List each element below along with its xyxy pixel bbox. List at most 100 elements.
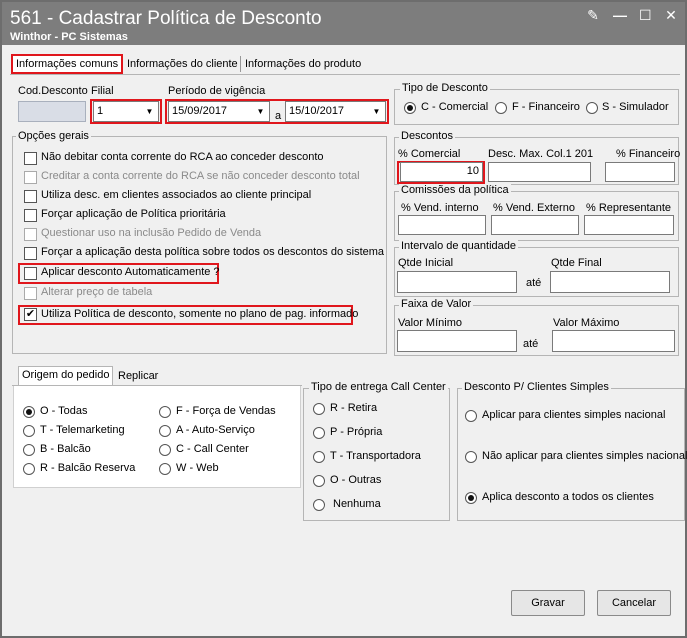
radio-entrega-nenhuma[interactable] bbox=[313, 499, 325, 511]
cancelar-button[interactable]: Cancelar bbox=[597, 590, 671, 616]
tab-informacoes-cliente[interactable]: Informações do cliente bbox=[124, 56, 241, 74]
vend-interno-label: % Vend. interno bbox=[401, 202, 479, 214]
periodo-start-field[interactable]: 15/09/2017 ▼ bbox=[168, 101, 270, 122]
radio-origem-todas[interactable] bbox=[23, 406, 35, 418]
periodo-start-value: 15/09/2017 bbox=[172, 105, 228, 117]
representante-label: % Representante bbox=[586, 202, 671, 214]
radio-entrega-outras[interactable] bbox=[313, 475, 325, 487]
tab-informacoes-produto[interactable]: Informações do produto bbox=[242, 56, 365, 74]
vend-interno-field[interactable] bbox=[398, 215, 486, 235]
checkbox-nao-debitar-label: Não debitar conta corrente do RCA ao con… bbox=[41, 151, 324, 163]
radio-origem-todas-label: O - Todas bbox=[40, 405, 88, 417]
checkbox-alterar-preco bbox=[24, 287, 37, 300]
checkbox-aplicar-automaticamente[interactable] bbox=[24, 267, 37, 280]
radio-aplicar-simples-label: Aplicar para clientes simples nacional bbox=[482, 409, 666, 421]
financeiro-field[interactable] bbox=[605, 162, 675, 182]
chevron-down-icon[interactable]: ▼ bbox=[253, 103, 268, 120]
radio-origem-call-center[interactable] bbox=[159, 444, 171, 456]
window-subtitle: Winthor - PC Sistemas bbox=[10, 31, 128, 43]
checkbox-politica-prioritaria-label: Forçar aplicação de Política prioritária bbox=[41, 208, 226, 220]
desconto-simples-label: Desconto P/ Clientes Simples bbox=[462, 381, 611, 393]
tipo-entrega-label: Tipo de entrega Call Center bbox=[309, 381, 448, 393]
comissoes-label: Comissões da política bbox=[399, 184, 511, 196]
radio-origem-forca-vendas[interactable] bbox=[159, 406, 171, 418]
faixa-valor-ate: até bbox=[523, 338, 539, 350]
radio-aplica-todos[interactable] bbox=[465, 492, 477, 504]
radio-aplica-todos-label: Aplica desconto a todos os clientes bbox=[482, 491, 654, 503]
vend-externo-label: % Vend. Externo bbox=[493, 202, 575, 214]
qtde-final-field[interactable] bbox=[550, 271, 670, 293]
radio-origem-web[interactable] bbox=[159, 463, 171, 475]
radio-origem-balcao-reserva-label: R - Balcão Reserva bbox=[40, 462, 136, 474]
radio-aplicar-simples[interactable] bbox=[465, 410, 477, 422]
checkbox-questionar-uso bbox=[24, 228, 37, 241]
vend-externo-field[interactable] bbox=[491, 215, 579, 235]
qtde-inicial-label: Qtde Inicial bbox=[398, 257, 454, 269]
radio-entrega-retira[interactable] bbox=[313, 403, 325, 415]
representante-field[interactable] bbox=[584, 215, 674, 235]
chevron-down-icon[interactable]: ▼ bbox=[142, 103, 157, 120]
radio-entrega-transportadora-label: T - Transportadora bbox=[330, 450, 421, 462]
valor-maximo-label: Valor Máximo bbox=[553, 317, 620, 329]
tab-informacoes-comuns[interactable]: Informações comuns bbox=[11, 54, 123, 74]
minimize-icon[interactable]: — bbox=[613, 7, 627, 24]
checkbox-forcar-aplicacao-label: Forçar a aplicação desta política sobre … bbox=[41, 246, 385, 258]
checkbox-clientes-associados[interactable] bbox=[24, 190, 37, 203]
qtde-final-label: Qtde Final bbox=[551, 257, 602, 269]
descontos-label: Descontos bbox=[399, 130, 455, 142]
checkbox-plano-pag-label: Utiliza Política de desconto, somente no… bbox=[41, 308, 359, 320]
radio-entrega-transportadora[interactable] bbox=[313, 451, 325, 463]
checkbox-forcar-aplicacao[interactable] bbox=[24, 247, 37, 260]
checkbox-plano-pag[interactable]: ✔ bbox=[24, 308, 37, 321]
chevron-down-icon[interactable]: ▼ bbox=[369, 103, 384, 120]
tipo-desconto-label: Tipo de Desconto bbox=[400, 82, 490, 94]
checkbox-alterar-preco-label: Alterar preço de tabela bbox=[41, 286, 153, 298]
radio-origem-telemarketing[interactable] bbox=[23, 425, 35, 437]
checkbox-questionar-uso-label: Questionar uso na inclusão Pedido de Ven… bbox=[41, 227, 262, 239]
radio-origem-balcao-reserva[interactable] bbox=[23, 463, 35, 475]
radio-financeiro-label: F - Financeiro bbox=[512, 101, 580, 113]
checkbox-clientes-associados-label: Utiliza desc. em clientes associados ao … bbox=[41, 189, 312, 201]
radio-financeiro[interactable] bbox=[495, 102, 507, 114]
radio-entrega-propria-label: P - Própria bbox=[330, 426, 383, 438]
comercial-field[interactable]: 10 bbox=[400, 162, 483, 182]
radio-origem-auto-servico[interactable] bbox=[159, 425, 171, 437]
intervalo-label: Intervalo de quantidade bbox=[399, 240, 518, 252]
checkbox-nao-debitar[interactable] bbox=[24, 152, 37, 165]
qtde-inicial-field[interactable] bbox=[397, 271, 517, 293]
radio-nao-aplicar-simples[interactable] bbox=[465, 451, 477, 463]
filial-select[interactable]: 1 ▼ bbox=[93, 101, 159, 122]
valor-maximo-field[interactable] bbox=[552, 330, 675, 352]
periodo-end-field[interactable]: 15/10/2017 ▼ bbox=[285, 101, 386, 122]
radio-comercial-label: C - Comercial bbox=[421, 101, 489, 113]
radio-origem-balcao[interactable] bbox=[23, 444, 35, 456]
cod-desconto-field bbox=[18, 101, 86, 122]
edit-icon[interactable]: ✎ bbox=[587, 7, 599, 24]
close-icon[interactable]: ✕ bbox=[665, 7, 677, 24]
gravar-button[interactable]: Gravar bbox=[511, 590, 585, 616]
checkbox-aplicar-automaticamente-label: Aplicar desconto Automaticamente ? bbox=[41, 266, 220, 278]
desc-max-field[interactable] bbox=[488, 162, 591, 182]
radio-simulador-label: S - Simulador bbox=[602, 101, 669, 113]
maximize-icon[interactable]: ☐ bbox=[639, 7, 652, 24]
tab-origem-pedido[interactable]: Origem do pedido bbox=[18, 366, 113, 386]
checkbox-creditar-label: Creditar a conta corrente do RCA se não … bbox=[41, 170, 360, 182]
financeiro-label: % Financeiro bbox=[616, 148, 681, 160]
periodo-separator: a bbox=[275, 110, 282, 122]
radio-entrega-propria[interactable] bbox=[313, 427, 325, 439]
tab-replicar[interactable]: Replicar bbox=[115, 368, 162, 386]
periodo-label: Período de vigência bbox=[168, 85, 266, 97]
checkbox-politica-prioritaria[interactable] bbox=[24, 209, 37, 222]
desc-max-label: Desc. Max. Col.1 201 bbox=[488, 148, 594, 160]
tab-divider bbox=[240, 56, 241, 72]
valor-minimo-field[interactable] bbox=[397, 330, 517, 352]
window-title: 561 - Cadastrar Política de Desconto bbox=[10, 8, 322, 29]
valor-minimo-label: Valor Mínimo bbox=[398, 317, 462, 329]
radio-origem-auto-servico-label: A - Auto-Serviço bbox=[176, 424, 255, 436]
radio-entrega-outras-label: O - Outras bbox=[330, 474, 382, 486]
comercial-label: % Comercial bbox=[398, 148, 461, 160]
radio-comercial[interactable] bbox=[404, 102, 416, 114]
radio-origem-telemarketing-label: T - Telemarketing bbox=[40, 424, 125, 436]
radio-simulador[interactable] bbox=[586, 102, 598, 114]
filial-label: Filial bbox=[91, 85, 114, 97]
